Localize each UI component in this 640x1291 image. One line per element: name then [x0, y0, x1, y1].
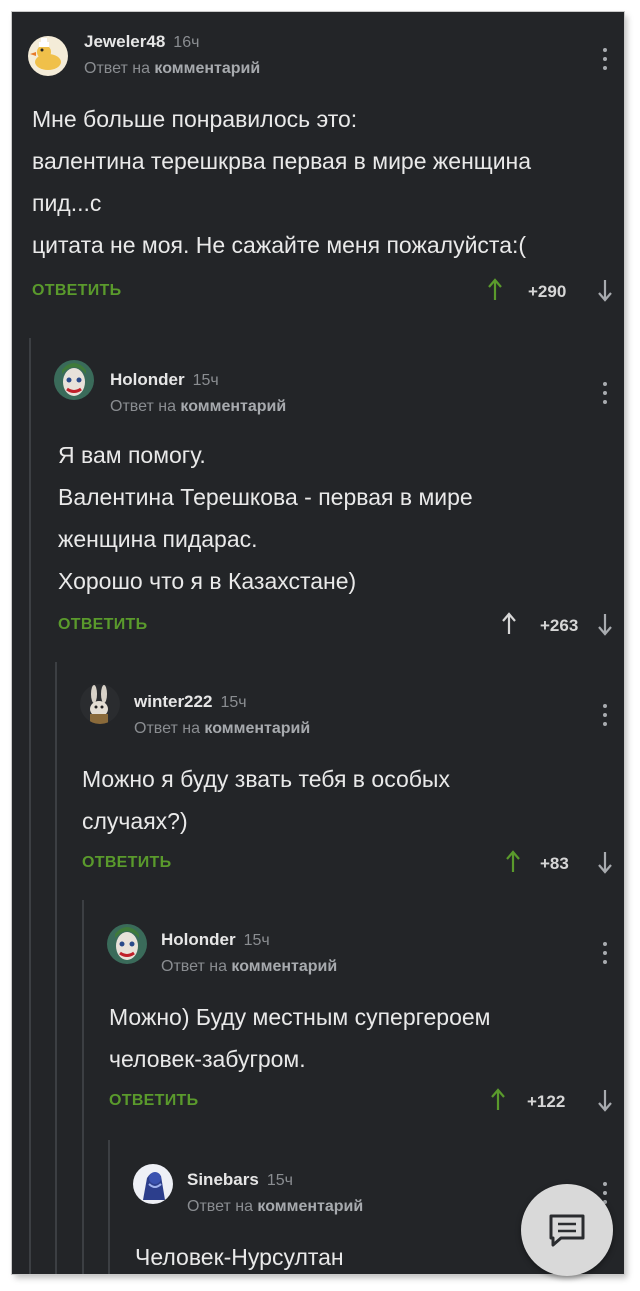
comment-time: 15ч	[243, 932, 270, 949]
comment: Holonder 15ч Ответ на комментарий Можно) …	[89, 900, 624, 1136]
vote-score: +290	[528, 282, 567, 301]
vote-score: +122	[527, 1092, 566, 1111]
arrow-up-icon[interactable]	[491, 1088, 505, 1112]
author-name[interactable]: Jeweler48	[84, 32, 165, 51]
reply-to-label: Ответ на комментарий	[110, 398, 286, 416]
thread-line[interactable]	[82, 900, 84, 1274]
arrow-up-icon[interactable]	[506, 850, 520, 874]
reply-to-label: Ответ на комментарий	[134, 720, 310, 738]
thread-line[interactable]	[55, 662, 57, 1274]
reply-prefix: Ответ на	[187, 1198, 253, 1215]
comments-feed: Jeweler48 16ч Ответ на комментарий Мне бо…	[12, 12, 624, 1274]
vote-score: +263	[540, 616, 579, 635]
comment-line: цитата не моя. Не сажайте меня пожалуйст…	[32, 232, 527, 258]
arrow-up-icon[interactable]	[502, 612, 516, 636]
thread-line[interactable]	[29, 338, 31, 1274]
reply-prefix: Ответ на	[110, 398, 176, 415]
comment-time: 15ч	[220, 694, 247, 711]
comment-line: человек-забугром.	[109, 1046, 306, 1072]
comment-author[interactable]: Jeweler48 16ч	[84, 32, 199, 52]
comment-line: Я вам помогу.	[58, 442, 206, 468]
bunny-avatar-icon[interactable]	[80, 684, 120, 724]
comment-line: Хорошо что я в Казахстане)	[58, 568, 357, 594]
arrow-down-icon[interactable]	[598, 612, 612, 636]
joker-avatar-icon[interactable]	[107, 924, 147, 964]
comment-line: валентина терешкрва первая в мире женщин…	[32, 148, 532, 174]
joker-avatar-icon[interactable]	[54, 360, 94, 400]
reply-prefix: Ответ на	[134, 720, 200, 737]
comment-author[interactable]: winter222 15ч	[134, 692, 247, 712]
more-options-icon[interactable]	[602, 48, 608, 74]
more-options-icon[interactable]	[602, 942, 608, 968]
comment-body: Мне больше понравилось это: валентина те…	[32, 98, 531, 266]
thread-line[interactable]	[108, 1140, 110, 1274]
reply-to-label: Ответ на комментарий	[187, 1198, 363, 1216]
comment-line: женщина пидарас.	[58, 526, 258, 552]
comment-icon	[549, 1214, 585, 1247]
reply-to-link[interactable]: комментарий	[154, 60, 260, 77]
comment-line: Можно) Буду местным супергероем	[109, 1004, 491, 1030]
reply-to-link[interactable]: комментарий	[180, 398, 286, 415]
comment-time: 15ч	[192, 372, 219, 389]
comment-author[interactable]: Holonder 15ч	[110, 370, 219, 390]
reply-button[interactable]: ОТВЕТИТЬ	[82, 854, 171, 872]
more-options-icon[interactable]	[602, 382, 608, 408]
duck-avatar-icon[interactable]	[28, 36, 68, 76]
arrow-up-icon[interactable]	[488, 278, 502, 302]
reply-to-link[interactable]: комментарий	[257, 1198, 363, 1215]
arrow-down-icon[interactable]	[598, 850, 612, 874]
vote-score: +83	[540, 854, 569, 873]
reply-to-label: Ответ на комментарий	[161, 958, 337, 976]
reply-to-link[interactable]: комментарий	[231, 958, 337, 975]
comment-body: Я вам помогу. Валентина Терешкова - перв…	[58, 434, 473, 602]
reply-button[interactable]: ОТВЕТИТЬ	[32, 282, 121, 300]
comment-body: Человек-Нурсултан	[135, 1236, 344, 1274]
comment-line: Можно я буду звать тебя в особых	[82, 766, 450, 792]
comment: winter222 15ч Ответ на комментарий Можно …	[62, 662, 624, 898]
more-options-icon[interactable]	[602, 704, 608, 730]
author-name[interactable]: winter222	[134, 692, 212, 711]
author-name[interactable]: Holonder	[161, 930, 236, 949]
author-name[interactable]: Holonder	[110, 370, 185, 389]
author-name[interactable]: Sinebars	[187, 1170, 259, 1189]
comment-line: Валентина Терешкова - первая в мире	[58, 484, 473, 510]
comment-fab-button[interactable]	[521, 1184, 613, 1276]
reply-to-link[interactable]: комментарий	[204, 720, 310, 737]
arrow-down-icon[interactable]	[598, 278, 612, 302]
snow-leopard-avatar-icon[interactable]	[133, 1164, 173, 1204]
reply-prefix: Ответ на	[84, 60, 150, 77]
comment-line: случаях?)	[82, 808, 188, 834]
comment-line: Человек-Нурсултан	[135, 1244, 344, 1270]
comment-time: 15ч	[266, 1172, 293, 1189]
comment-time: 16ч	[173, 34, 200, 51]
reply-prefix: Ответ на	[161, 958, 227, 975]
comment: Jeweler48 16ч Ответ на комментарий Мне бо…	[12, 12, 624, 332]
reply-button[interactable]: ОТВЕТИТЬ	[58, 616, 147, 634]
comment-author[interactable]: Sinebars 15ч	[187, 1170, 293, 1190]
comment: Holonder 15ч Ответ на комментарий Я вам п…	[36, 338, 624, 658]
comment-author[interactable]: Holonder 15ч	[161, 930, 270, 950]
reply-to-label: Ответ на комментарий	[84, 60, 260, 78]
reply-button[interactable]: ОТВЕТИТЬ	[109, 1092, 198, 1110]
comment-body: Можно я буду звать тебя в особых случаях…	[82, 758, 450, 842]
comment-body: Можно) Буду местным супергероем человек-…	[109, 996, 491, 1080]
comment-line: Мне больше понравилось это:	[32, 106, 358, 132]
comment-line: пид...с	[32, 190, 102, 216]
arrow-down-icon[interactable]	[598, 1088, 612, 1112]
